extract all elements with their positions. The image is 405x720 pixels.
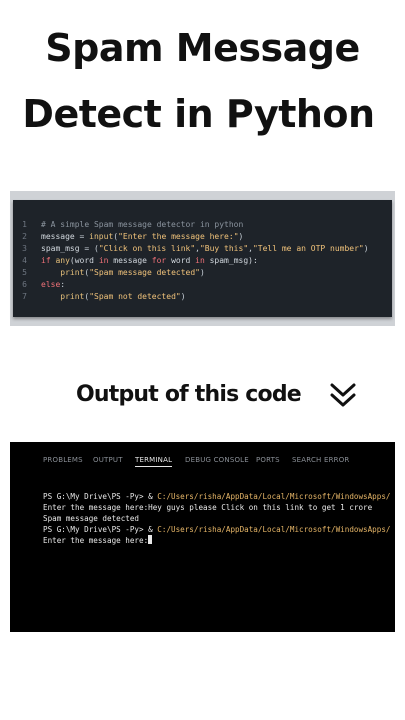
line-number: 2 [22, 232, 27, 241]
terminal-line: Enter the message here:Hey guys please C… [43, 502, 372, 513]
code-token: "Tell me an OTP number" [252, 244, 364, 253]
code-token: ) [199, 268, 205, 277]
code-token: ) [363, 244, 369, 253]
tab-debug-console[interactable]: DEBUG CONSOLE [185, 454, 249, 466]
title-line-1: Spam Message [45, 26, 360, 70]
code-token: "Spam message detected" [89, 268, 200, 277]
terminal-cursor [148, 535, 153, 544]
code-token: print [60, 292, 85, 301]
terminal-prompt: PS G:\My Drive\PS -Py> & [43, 492, 158, 501]
code-line: 7 print("Spam not detected") [13, 291, 186, 303]
code-token: any [55, 256, 70, 265]
tab-problems[interactable]: PROBLEMS [43, 454, 83, 466]
code-line: 3 spam_msg = ("Click on this link","Buy t… [13, 243, 369, 255]
panel-tabs: PROBLEMS OUTPUT TERMINAL DEBUG CONSOLE P… [10, 454, 395, 470]
terminal-path-link[interactable]: C:/Users/risha/AppData/Local/Microsoft/W… [157, 525, 390, 534]
code-token: input [89, 232, 114, 241]
tab-output[interactable]: OUTPUT [93, 454, 123, 466]
terminal-line: Spam message detected [43, 513, 139, 524]
code-token: message [41, 232, 80, 241]
code-token: ) [238, 232, 244, 241]
code-token: print [60, 268, 85, 277]
double-chevron-down-icon [330, 383, 356, 407]
line-number: 5 [22, 268, 27, 277]
code-line: 2 message = input("Enter the message here… [13, 231, 243, 243]
code-screenshot-frame: 1 # A simple Spam message detector in pyt… [10, 191, 395, 326]
code-line: 5 print("Spam message detected") [13, 267, 205, 279]
code-token: # A simple Spam message detector in pyth… [41, 220, 244, 229]
tab-terminal[interactable]: TERMINAL [135, 454, 173, 467]
line-number: 1 [22, 220, 27, 229]
line-number: 3 [22, 244, 27, 253]
code-token: message [113, 256, 152, 265]
terminal-text: Spam message detected [43, 514, 140, 523]
code-token: spam_msg [41, 244, 85, 253]
output-heading: Output of this code [76, 382, 302, 407]
terminal-text: Enter the message here:Hey guys please C… [43, 503, 373, 512]
code-token: if [41, 256, 56, 265]
terminal-line[interactable]: Enter the message here: [43, 535, 153, 546]
code-token: (word [69, 256, 99, 265]
tab-search-error[interactable]: SEARCH ERROR [292, 454, 349, 466]
code-token: : [60, 280, 66, 289]
line-number: 6 [22, 280, 27, 289]
terminal-path-link[interactable]: C:/Users/risha/AppData/Local/Microsoft/W… [157, 492, 390, 501]
code-token: "Enter the message here:" [118, 232, 239, 241]
code-line: 1 # A simple Spam message detector in pyt… [13, 219, 243, 231]
terminal-text: Enter the message here: [43, 536, 149, 545]
terminal-panel: PROBLEMS OUTPUT TERMINAL DEBUG CONSOLE P… [10, 442, 395, 632]
code-token: ) [180, 292, 186, 301]
code-token: "Spam not detected" [89, 292, 181, 301]
code-token: else [41, 280, 61, 289]
code-line: 4 if any(word in message for word in spam… [13, 255, 258, 267]
code-token: word [171, 256, 196, 265]
code-token: for [151, 256, 172, 265]
code-token: spam_msg): [209, 256, 258, 265]
line-number: 4 [22, 256, 27, 265]
code-token: in [98, 256, 114, 265]
terminal-line: PS G:\My Drive\PS -Py> & C:/Users/risha/… [43, 491, 390, 502]
line-number: 7 [22, 292, 27, 301]
code-token: = ( [84, 244, 99, 253]
title-line-2: Detect in Python [22, 92, 375, 136]
code-token: = [79, 232, 90, 241]
code-token: "Buy this" [199, 244, 249, 253]
terminal-line: PS G:\My Drive\PS -Py> & C:/Users/risha/… [43, 524, 390, 535]
code-editor-panel: 1 # A simple Spam message detector in pyt… [13, 200, 392, 317]
code-line: 6 else: [13, 279, 65, 291]
tab-ports[interactable]: PORTS [256, 454, 280, 466]
code-token: in [195, 256, 210, 265]
code-token: "Click on this link" [98, 244, 196, 253]
terminal-prompt: PS G:\My Drive\PS -Py> & [43, 525, 158, 534]
